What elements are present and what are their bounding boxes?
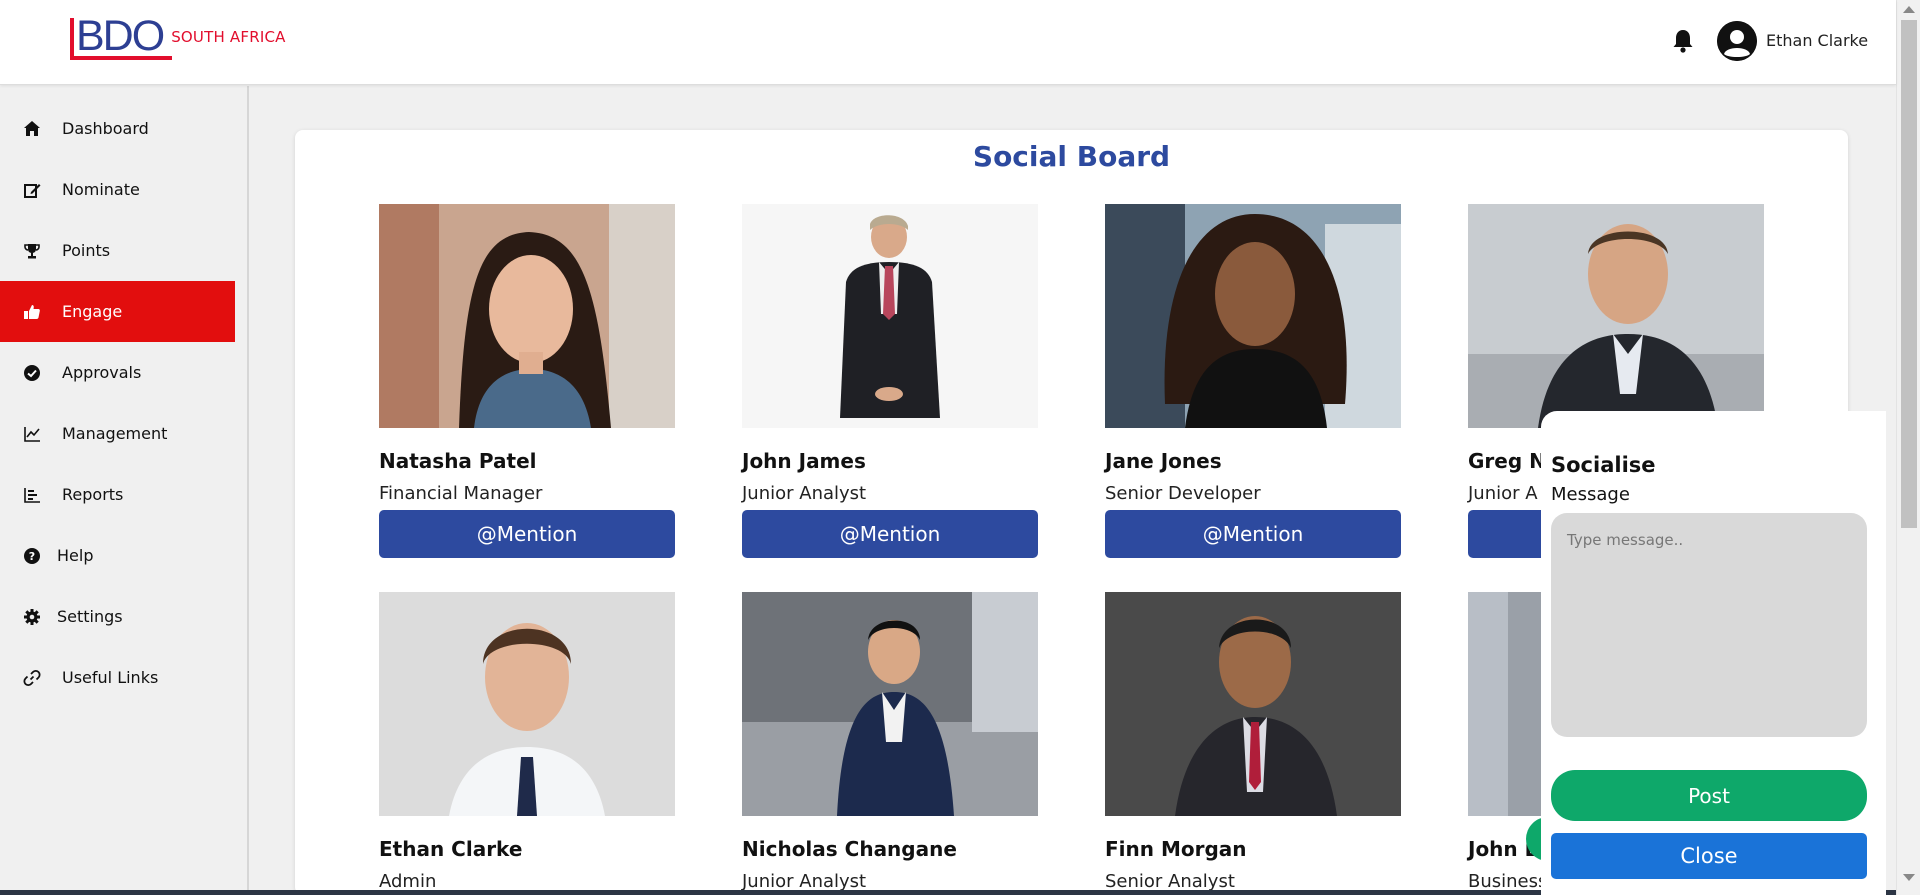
person-role: Senior Analyst xyxy=(1105,871,1235,892)
sidebar-item-label: Nominate xyxy=(62,180,140,199)
sidebar-item-dashboard[interactable]: Dashboard xyxy=(0,98,235,159)
person-name: Finn Morgan xyxy=(1105,837,1247,861)
bar-list-icon xyxy=(22,485,42,505)
person-role: Senior Developer xyxy=(1105,483,1261,504)
sidebar-item-label: Reports xyxy=(62,485,124,504)
mention-button[interactable]: @Mention xyxy=(1105,510,1401,558)
gear-icon xyxy=(22,607,42,627)
scroll-up-icon[interactable] xyxy=(1903,6,1915,13)
svg-text:?: ? xyxy=(29,550,35,563)
person-name: John James xyxy=(742,449,866,473)
person-photo xyxy=(379,592,675,816)
socialise-panel: Socialise Message Post Close xyxy=(1541,411,1886,895)
sidebar-item-label: Useful Links xyxy=(62,668,159,687)
person-name: Natasha Patel xyxy=(379,449,537,473)
person-role: Admin xyxy=(379,871,437,892)
person-photo xyxy=(1468,204,1764,428)
sidebar-item-label: Management xyxy=(62,424,168,443)
mention-button[interactable]: @Mention xyxy=(742,510,1038,558)
panel-title: Socialise xyxy=(1551,453,1656,477)
sidebar-item-reports[interactable]: Reports xyxy=(0,464,235,525)
sidebar-item-management[interactable]: Management xyxy=(0,403,235,464)
question-circle-icon: ? xyxy=(22,546,42,566)
sidebar-item-label: Help xyxy=(57,546,94,565)
person-name: Ethan Clarke xyxy=(379,837,523,861)
logo-mark: BDO xyxy=(70,12,172,60)
sidebar-item-useful-links[interactable]: Useful Links xyxy=(0,647,235,708)
logo-bar-vertical xyxy=(70,18,74,60)
logo-bar-horizontal xyxy=(70,56,172,60)
sidebar-item-nominate[interactable]: Nominate xyxy=(0,159,235,220)
user-name[interactable]: Ethan Clarke xyxy=(1766,31,1868,50)
sidebar: Dashboard Nominate Points Engage Approva… xyxy=(0,86,249,895)
trophy-icon xyxy=(22,241,42,261)
sidebar-item-label: Points xyxy=(62,241,111,260)
person-name: Jane Jones xyxy=(1105,449,1222,473)
person-photo xyxy=(379,204,675,428)
person-photo xyxy=(742,592,1038,816)
check-circle-icon xyxy=(22,363,42,383)
user-avatar-icon[interactable] xyxy=(1717,21,1757,61)
bdo-logo[interactable]: BDO SOUTH AFRICA xyxy=(70,12,286,60)
sidebar-item-help[interactable]: ? Help xyxy=(0,525,235,586)
thumbs-up-icon xyxy=(22,302,42,322)
sidebar-item-label: Engage xyxy=(62,302,123,321)
sidebar-item-label: Settings xyxy=(57,607,123,626)
post-button[interactable]: Post xyxy=(1551,770,1867,821)
person-photo xyxy=(742,204,1038,428)
logo-subtitle: SOUTH AFRICA xyxy=(171,28,286,46)
home-icon xyxy=(22,119,42,139)
logo-text: BDO xyxy=(76,12,165,60)
person-name: Nicholas Changane xyxy=(742,837,957,861)
mention-button[interactable]: @Mention xyxy=(379,510,675,558)
person-photo xyxy=(1105,592,1401,816)
scroll-down-icon[interactable] xyxy=(1903,874,1915,881)
person-role: Junior Analyst xyxy=(742,871,867,892)
close-button[interactable]: Close xyxy=(1551,833,1867,879)
message-input[interactable] xyxy=(1551,513,1867,737)
person-role: Business xyxy=(1468,871,1548,892)
edit-icon xyxy=(22,180,42,200)
page-title: Social Board xyxy=(972,140,1171,173)
person-role: Junior Analyst xyxy=(742,483,867,504)
scroll-thumb[interactable] xyxy=(1901,20,1917,528)
sidebar-item-engage[interactable]: Engage xyxy=(0,281,235,342)
bell-icon[interactable] xyxy=(1671,28,1695,54)
sidebar-item-label: Dashboard xyxy=(62,119,149,138)
person-photo xyxy=(1105,204,1401,428)
sidebar-item-settings[interactable]: Settings xyxy=(0,586,235,647)
person-role: Financial Manager xyxy=(379,483,543,504)
sidebar-item-label: Approvals xyxy=(62,363,142,382)
line-chart-icon xyxy=(22,424,42,444)
message-label: Message xyxy=(1551,484,1630,505)
page-scrollbar[interactable] xyxy=(1896,0,1920,895)
link-icon xyxy=(22,668,42,688)
sidebar-item-points[interactable]: Points xyxy=(0,220,235,281)
person-role: Junior A xyxy=(1468,483,1538,504)
sidebar-item-approvals[interactable]: Approvals xyxy=(0,342,235,403)
top-header: BDO SOUTH AFRICA Ethan Clarke xyxy=(0,0,1896,85)
